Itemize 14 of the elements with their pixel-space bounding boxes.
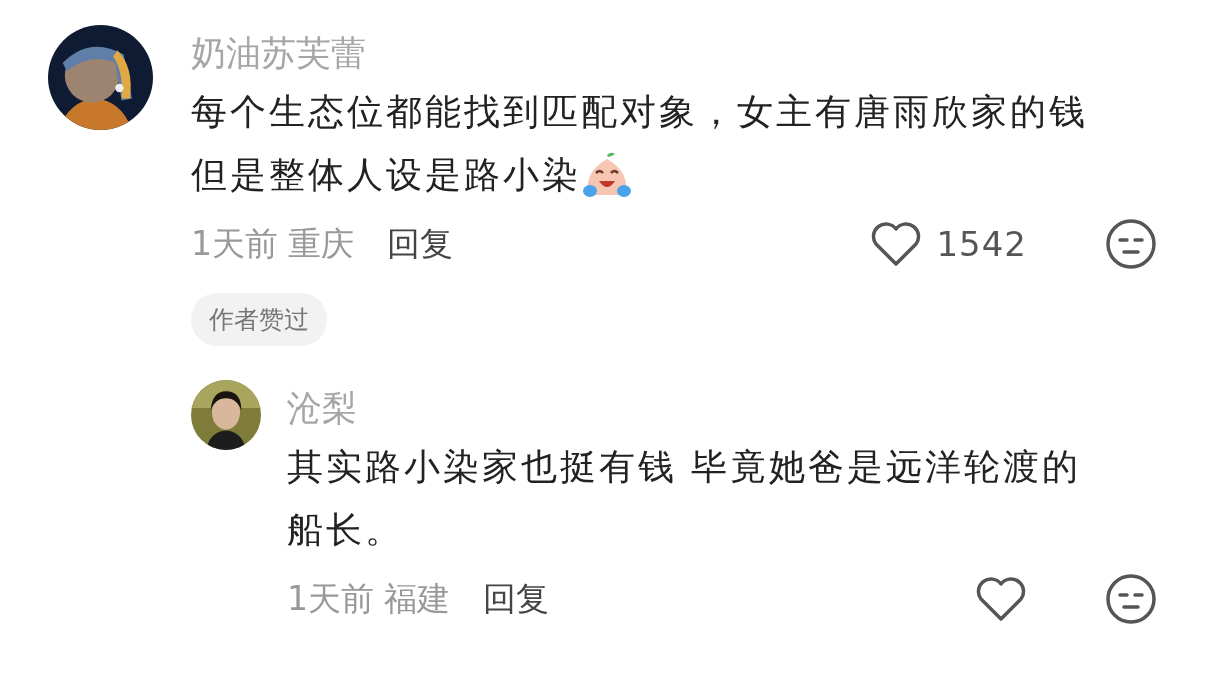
reply-link[interactable]: 回复 — [386, 221, 453, 267]
comment-text: 但是整体人设是路小染 — [191, 153, 581, 197]
like-count: 1542 — [936, 224, 1027, 264]
heart-icon[interactable] — [870, 221, 923, 267]
comment-text: 船长。 — [287, 508, 404, 552]
face-icon[interactable] — [1105, 573, 1157, 625]
face-icon[interactable] — [1105, 218, 1157, 270]
heart-icon[interactable] — [975, 576, 1027, 622]
reply-link[interactable]: 回复 — [482, 576, 549, 622]
comment-text: 其实路小染家也挺有钱 毕竟她爸是远洋轮渡的 — [287, 445, 1082, 489]
time-location: 1天前 重庆 — [191, 222, 355, 265]
time-location: 1天前 福建 — [287, 577, 451, 620]
author-liked-badge: 作者赞过 — [191, 293, 327, 346]
comment-text: 每个生态位都能找到匹配对象，女主有唐雨欣家的钱 — [191, 90, 1088, 134]
